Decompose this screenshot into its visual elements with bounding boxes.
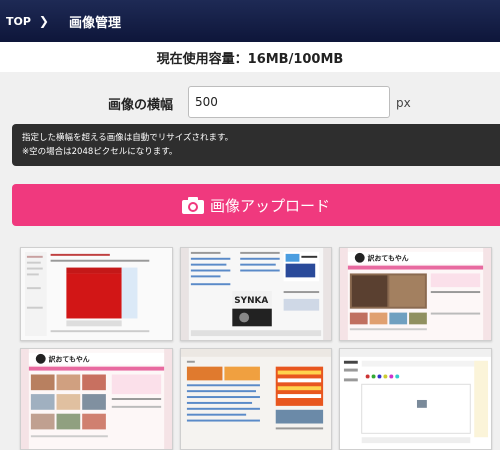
image-thumbnail[interactable]: SYNKA bbox=[180, 247, 332, 341]
thumbnail-logo-otemoyan: 訳おてもやん bbox=[49, 355, 90, 364]
width-input[interactable] bbox=[188, 86, 390, 118]
width-setting-row: 画像の横幅 px bbox=[0, 86, 500, 120]
thumbnail-preview-1 bbox=[21, 248, 172, 340]
breadcrumb-top-link[interactable]: TOP bbox=[6, 15, 31, 28]
breadcrumb-chevron-icon: ❯ bbox=[38, 14, 49, 28]
resize-note: 指定した横幅を超える画像は自動でリサイズされます。 ※空の場合は2048ピクセル… bbox=[12, 124, 500, 166]
thumbnail-preview-6 bbox=[340, 349, 491, 449]
thumbnail-preview-2: SYNKA bbox=[181, 248, 331, 340]
image-thumbnail[interactable] bbox=[20, 247, 173, 341]
camera-icon bbox=[181, 196, 204, 214]
storage-usage: 現在使用容量：16MB/100MB bbox=[0, 42, 500, 72]
resize-note-line1: 指定した横幅を超える画像は自動でリサイズされます。 bbox=[22, 133, 234, 143]
image-thumbnail[interactable]: 訳おてもやん bbox=[20, 348, 173, 450]
width-label: 画像の横幅 bbox=[108, 98, 174, 113]
resize-note-line2: ※空の場合は2048ピクセルになります。 bbox=[22, 147, 178, 157]
thumbnail-logo-synka: SYNKA bbox=[234, 296, 268, 306]
thumbnail-preview-4: 訳おてもやん bbox=[21, 349, 172, 449]
width-unit: px bbox=[396, 96, 411, 110]
image-upload-button[interactable]: 画像アップロード bbox=[12, 184, 500, 226]
header-bar: TOP ❯ 画像管理 bbox=[0, 0, 500, 42]
image-thumbnail[interactable] bbox=[180, 348, 332, 450]
image-thumbnail[interactable] bbox=[339, 348, 492, 450]
image-thumbnail[interactable]: 訳おてもやん bbox=[339, 247, 492, 341]
thumbnail-logo-otemoyan: 訳おてもやん bbox=[368, 254, 409, 263]
thumbnail-preview-5 bbox=[181, 349, 331, 449]
page-title: 画像管理 bbox=[68, 15, 121, 31]
thumbnail-preview-3: 訳おてもやん bbox=[340, 248, 491, 340]
upload-button-label: 画像アップロード bbox=[209, 196, 330, 215]
